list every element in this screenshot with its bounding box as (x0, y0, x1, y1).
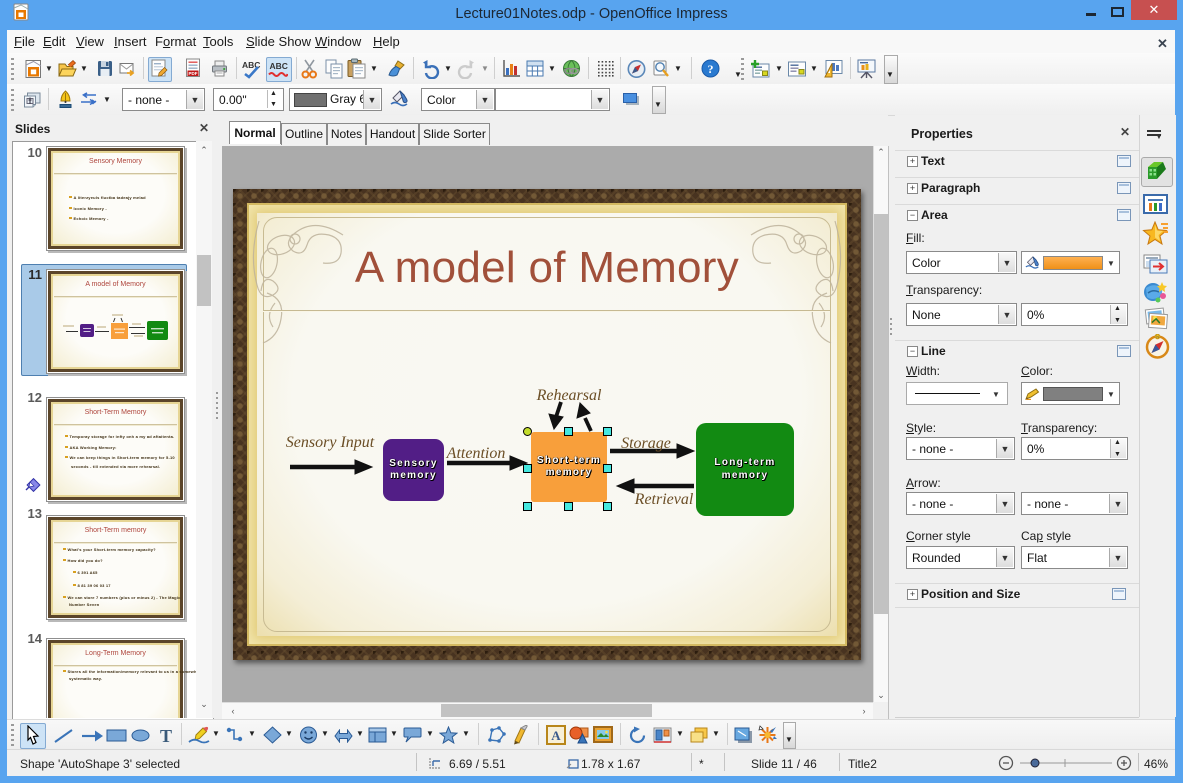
svg-text:ABC: ABC (270, 61, 288, 71)
svg-text:PDF: PDF (188, 71, 197, 76)
svg-text:A: A (551, 728, 561, 743)
svg-text:?: ? (708, 62, 714, 76)
